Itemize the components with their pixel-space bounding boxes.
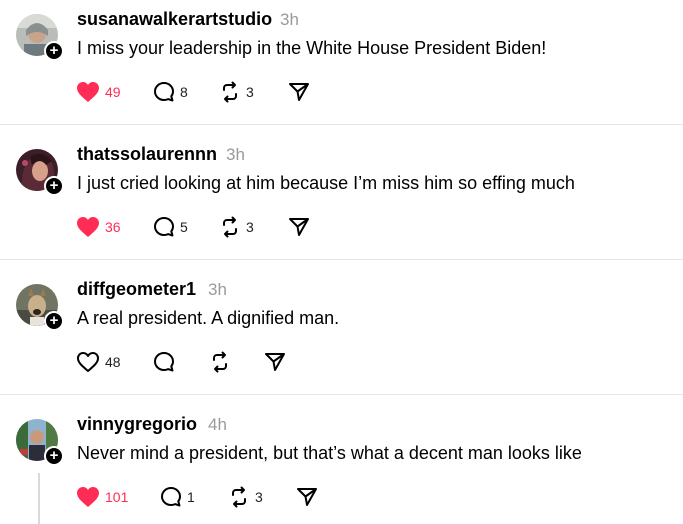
- post: + susanawalkerartstudio 3h I miss your l…: [0, 0, 683, 124]
- post-text: I just cried looking at him because I’m …: [77, 173, 575, 193]
- send-icon: [289, 83, 309, 101]
- reply-count: 5: [180, 219, 188, 235]
- post-text: Never mind a president, but that’s what …: [77, 443, 582, 463]
- post-text: A real president. A dignified man.: [77, 308, 340, 328]
- repost-count: 3: [246, 219, 254, 235]
- like-button[interactable]: 49: [76, 80, 121, 104]
- comment-icon: [154, 82, 174, 102]
- divider: [0, 394, 683, 395]
- follow-button[interactable]: +: [44, 311, 64, 331]
- like-button[interactable]: 36: [76, 215, 121, 239]
- timestamp: 3h: [226, 145, 245, 164]
- repost-count: 3: [246, 84, 254, 100]
- heart-icon: [77, 82, 99, 102]
- send-icon: [289, 218, 309, 236]
- send-icon: [297, 488, 317, 506]
- post: + diffgeometer1 3h A real president. A d…: [0, 270, 683, 394]
- reply-button[interactable]: [153, 350, 180, 374]
- username[interactable]: thatssolaurennn: [77, 144, 217, 165]
- thread-line: [38, 473, 40, 524]
- plus-icon: +: [49, 177, 59, 194]
- plus-icon: +: [49, 312, 59, 329]
- reply-count: 8: [180, 84, 188, 100]
- comment-icon: [154, 217, 174, 237]
- comment-icon: [154, 352, 174, 372]
- like-button[interactable]: 101: [76, 485, 128, 509]
- heart-icon: [77, 352, 99, 372]
- timestamp: 4h: [208, 415, 227, 434]
- repost-icon: [213, 351, 227, 373]
- like-count: 49: [105, 84, 121, 100]
- reply-button[interactable]: 1: [160, 485, 195, 509]
- share-button[interactable]: [296, 485, 318, 509]
- reply-count: 1: [187, 489, 195, 505]
- username[interactable]: vinnygregorio: [77, 414, 197, 435]
- send-icon: [265, 353, 285, 371]
- plus-icon: +: [49, 42, 59, 59]
- reply-button[interactable]: 8: [153, 80, 188, 104]
- repost-icon: [232, 486, 246, 508]
- username[interactable]: diffgeometer1: [77, 279, 196, 300]
- repost-button[interactable]: 3: [219, 80, 254, 104]
- follow-button[interactable]: +: [44, 446, 64, 466]
- share-button[interactable]: [288, 215, 310, 239]
- repost-button[interactable]: [209, 350, 236, 374]
- heart-icon: [77, 217, 99, 237]
- follow-button[interactable]: +: [44, 176, 64, 196]
- divider: [0, 259, 683, 260]
- divider: [0, 124, 683, 125]
- avatar-wrap: +: [16, 149, 64, 196]
- repost-button[interactable]: 3: [228, 485, 263, 509]
- like-count: 101: [105, 489, 129, 505]
- username[interactable]: susanawalkerartstudio: [77, 9, 272, 30]
- repost-count: 3: [255, 489, 263, 505]
- timestamp: 3h: [280, 10, 299, 29]
- share-button[interactable]: [288, 80, 310, 104]
- like-button[interactable]: 48: [76, 350, 121, 374]
- follow-button[interactable]: +: [44, 41, 64, 61]
- post: + thatssolaurennn 3h I just cried lookin…: [0, 135, 683, 259]
- heart-icon: [77, 487, 99, 507]
- repost-button[interactable]: 3: [219, 215, 254, 239]
- post: + vinnygregorio 4h Never mind a presiden…: [0, 405, 683, 524]
- comment-icon: [161, 487, 181, 507]
- like-count: 36: [105, 219, 121, 235]
- avatar-wrap: +: [16, 284, 64, 331]
- like-count: 48: [105, 354, 121, 370]
- repost-icon: [223, 81, 237, 103]
- reply-button[interactable]: 5: [153, 215, 188, 239]
- repost-icon: [223, 216, 237, 238]
- post-text: I miss your leadership in the White Hous…: [77, 38, 547, 58]
- avatar-wrap: +: [16, 419, 64, 466]
- plus-icon: +: [49, 447, 59, 464]
- share-button[interactable]: [264, 350, 286, 374]
- timestamp: 3h: [208, 280, 227, 299]
- avatar-wrap: +: [16, 14, 64, 61]
